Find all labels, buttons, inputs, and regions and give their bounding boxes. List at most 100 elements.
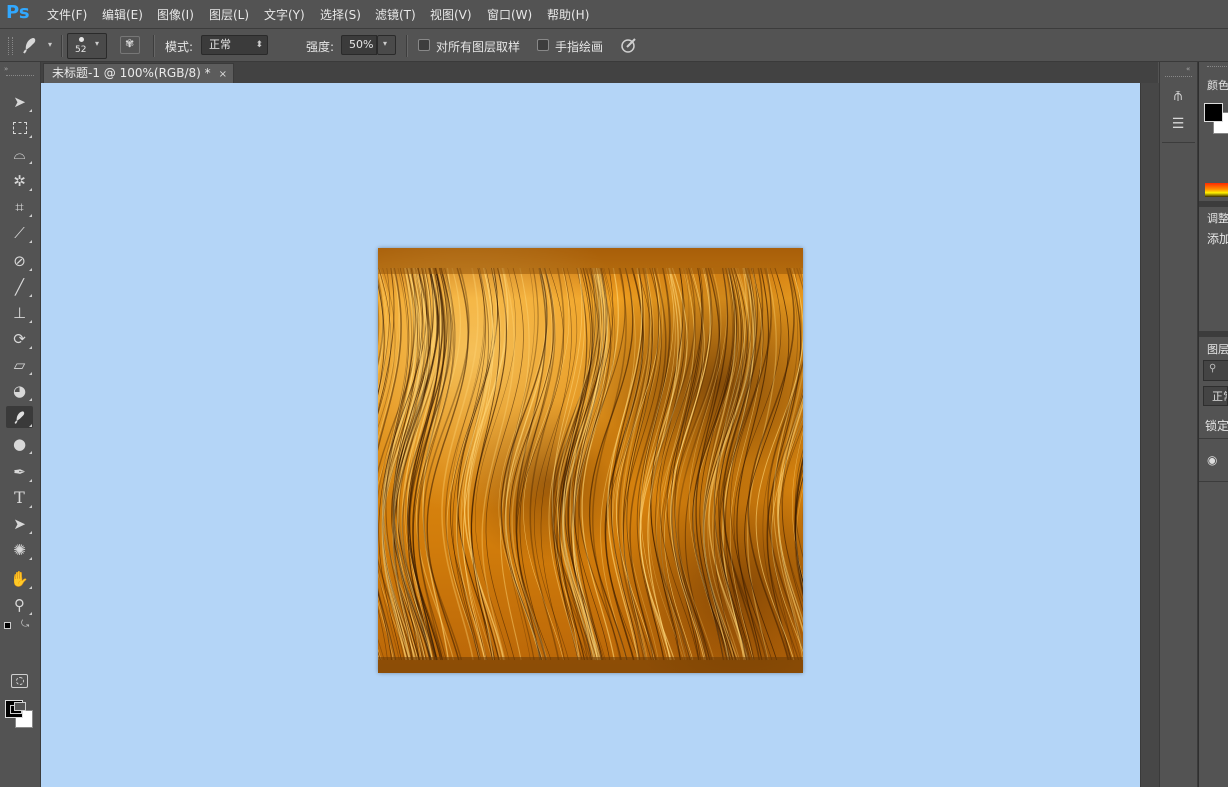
brush-panel-icon: ✾: [125, 37, 135, 50]
adjustments-panel-tab[interactable]: 调整: [1207, 210, 1228, 226]
close-icon[interactable]: ×: [219, 69, 227, 80]
layers-panel-tab[interactable]: 图层: [1207, 341, 1228, 357]
crop-tool[interactable]: ⌗: [6, 196, 33, 218]
pressure-icon: [621, 38, 636, 53]
paint-bucket-tool[interactable]: ◕: [6, 380, 33, 402]
magic-wand-tool[interactable]: ✲: [6, 170, 33, 192]
eyedropper-tool[interactable]: ⟋: [6, 222, 33, 244]
collapsed-panel-dock: « ⫚ ☰: [1159, 62, 1198, 787]
search-icon: ⚲: [1209, 363, 1217, 374]
eraser-tool[interactable]: ▱: [6, 354, 33, 376]
sample-all-layers-checkbox[interactable]: [418, 39, 430, 51]
dodge-tool[interactable]: ●: [6, 433, 33, 455]
strength-value: 50%: [349, 38, 374, 51]
panel-grip[interactable]: [6, 75, 34, 78]
strength-input[interactable]: 50%: [341, 35, 377, 55]
history-brush-icon: ⟳: [13, 329, 26, 348]
menu-view[interactable]: 视图(V): [430, 6, 472, 23]
layers-lock-label: 锁定: [1205, 419, 1228, 433]
brushes-icon: ⫚: [1173, 88, 1183, 104]
move-tool[interactable]: ➤: [6, 91, 33, 113]
crop-icon: ⌗: [15, 197, 24, 216]
marquee-icon: [12, 122, 27, 134]
healing-brush-tool[interactable]: ⊘: [6, 250, 33, 272]
brush-tip-icon: [79, 37, 84, 42]
layer-visibility-eye-icon[interactable]: ◉: [1207, 453, 1217, 467]
brush-preset-picker[interactable]: 52 ▾: [67, 33, 107, 59]
lasso-icon: ⌓: [13, 144, 26, 163]
options-grip[interactable]: [8, 37, 13, 55]
color-spectrum-bar[interactable]: [1205, 183, 1228, 197]
separator: [1199, 438, 1228, 439]
clone-stamp-tool[interactable]: ⊥: [6, 302, 33, 324]
type-tool[interactable]: T: [6, 487, 33, 509]
pen-tool[interactable]: ✒: [6, 461, 33, 483]
separator: [1199, 481, 1228, 482]
brush-tool[interactable]: ╱: [6, 276, 33, 298]
clone-stamp-icon: ⊥: [12, 303, 27, 322]
menu-layer[interactable]: 图层(L): [209, 6, 249, 23]
zoom-icon: ⚲: [14, 595, 25, 614]
brush-presets-panel-button[interactable]: ⫚: [1168, 88, 1188, 108]
smudge-tool[interactable]: [6, 406, 33, 428]
layers-blend-mode-select[interactable]: 正常: [1203, 386, 1228, 406]
adjustments-add-label: 添加: [1207, 232, 1228, 246]
finger-painting-checkbox[interactable]: [537, 39, 549, 51]
options-bar: ▾ 52 ▾ ✾ 模式: 正常 ⬍ 强度: 50% ▾ 对所有图层取样 手指绘画: [0, 29, 1228, 62]
quick-mask-button[interactable]: [11, 674, 28, 688]
swap-colors-icon[interactable]: ⤿: [21, 619, 29, 630]
brush-size: 52: [75, 45, 87, 55]
move-icon: ➤: [13, 92, 26, 111]
collapse-icon[interactable]: »: [4, 65, 8, 73]
default-colors-button[interactable]: [4, 622, 13, 631]
mode-select[interactable]: 正常 ⬍: [201, 35, 268, 55]
strength-dropdown-button[interactable]: ▾: [377, 35, 396, 55]
menu-help[interactable]: 帮助(H): [547, 6, 589, 23]
hair-strands: [378, 248, 803, 673]
menu-type[interactable]: 文字(Y): [264, 6, 305, 23]
menu-filter[interactable]: 滤镜(T): [375, 6, 416, 23]
panel-foreground-swatch[interactable]: [1204, 103, 1223, 122]
menu-edit[interactable]: 编辑(E): [102, 6, 143, 23]
smudge-icon: [14, 411, 24, 424]
tools-panel: » ➤ ⌓ ✲ ⌗ ⟋ ⊘ ╱ ⊥ ⟳ ▱ ◕ ● ✒ T ➤ ✺ ✋ ⚲ ⤿: [0, 62, 41, 787]
sample-all-layers-label: 对所有图层取样: [436, 40, 521, 54]
pressure-toggle[interactable]: [619, 35, 639, 55]
layers-blend-mode-value: 正常: [1212, 390, 1227, 403]
dodge-icon: ●: [12, 434, 27, 453]
shape-icon: ✺: [13, 540, 26, 559]
eyedropper-icon: ⟋: [14, 223, 25, 242]
collapse-icon[interactable]: «: [1186, 65, 1190, 73]
tool-preset-picker[interactable]: ▾: [20, 35, 56, 55]
menu-select[interactable]: 选择(S): [320, 6, 361, 23]
screen-mode-button[interactable]: [10, 702, 26, 714]
history-brush-tool[interactable]: ⟳: [6, 328, 33, 350]
menu-image[interactable]: 图像(I): [157, 6, 194, 23]
document-tab[interactable]: 未标题-1 @ 100%(RGB/8) * ×: [43, 63, 235, 83]
panel-divider: [1199, 201, 1228, 207]
document-title: 未标题-1 @ 100%(RGB/8) *: [52, 66, 211, 80]
brush-panel-toggle[interactable]: ✾: [120, 36, 140, 54]
hand-tool[interactable]: ✋: [6, 568, 33, 590]
finger-painting-label: 手指绘画: [555, 40, 604, 54]
panel-grip[interactable]: [1165, 76, 1192, 78]
hair-texture-image[interactable]: [378, 248, 803, 673]
zoom-tool[interactable]: ⚲: [6, 594, 33, 616]
lasso-tool[interactable]: ⌓: [6, 143, 33, 165]
photoshop-logo: Ps: [6, 2, 30, 23]
shape-tool[interactable]: ✺: [6, 539, 33, 561]
layers-filter-field[interactable]: ⚲: [1203, 360, 1228, 381]
marquee-tool[interactable]: [6, 117, 33, 139]
paint-bucket-icon: ◕: [12, 381, 27, 400]
healing-brush-icon: ⊘: [13, 251, 26, 270]
menu-bar: Ps 文件(F) 编辑(E) 图像(I) 图层(L) 文字(Y) 选择(S) 滤…: [0, 0, 1228, 29]
color-panel-tab[interactable]: 颜色: [1207, 77, 1228, 93]
path-selection-tool[interactable]: ➤: [6, 513, 33, 535]
updown-icon: ⬍: [255, 40, 263, 50]
vertical-scrollbar[interactable]: [1140, 83, 1159, 787]
menu-file[interactable]: 文件(F): [47, 6, 87, 23]
menu-window[interactable]: 窗口(W): [487, 6, 532, 23]
panel-grip[interactable]: [1207, 66, 1227, 68]
tool-presets-panel-button[interactable]: ☰: [1168, 116, 1188, 136]
hand-icon: ✋: [10, 569, 29, 588]
